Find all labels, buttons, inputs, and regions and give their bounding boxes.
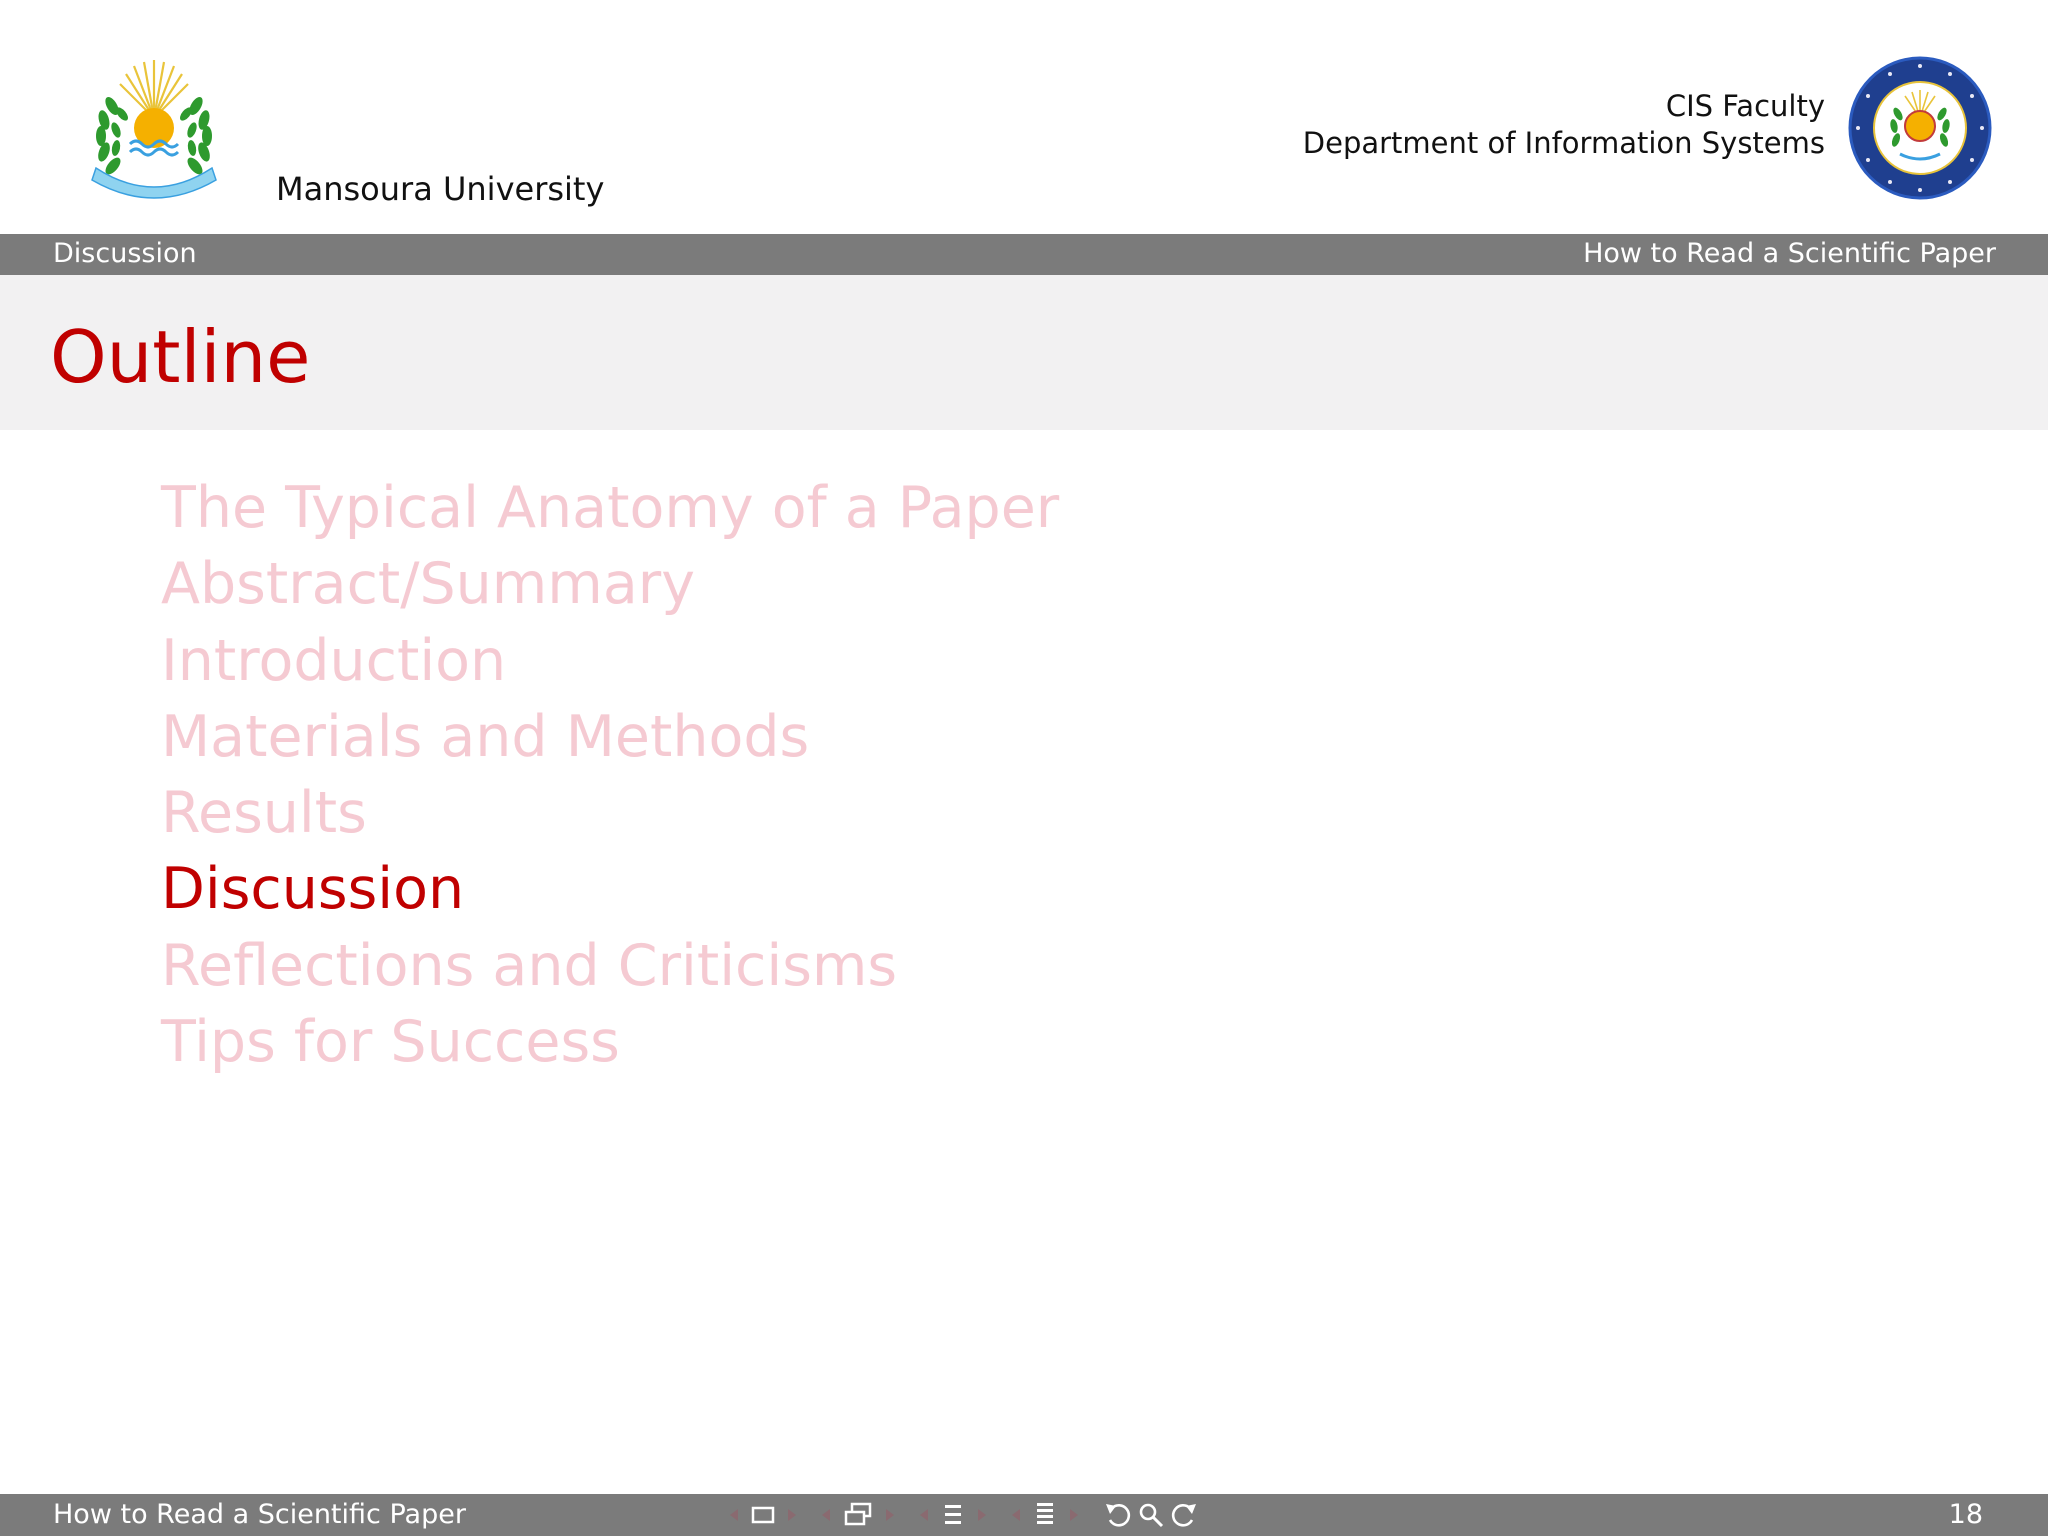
faculty-info: CIS Faculty Department of Information Sy… <box>1303 88 1825 162</box>
next-frame-icon[interactable] <box>786 1498 798 1532</box>
university-name: Mansoura University <box>276 170 605 208</box>
frame-title: Outline <box>50 315 311 399</box>
current-section-link[interactable]: Discussion <box>53 238 197 269</box>
beamer-navigation-symbols <box>728 1498 1200 1532</box>
outline-item[interactable]: Introduction <box>161 623 1059 699</box>
faculty-name: CIS Faculty <box>1665 89 1825 123</box>
department-name: Department of Information Systems <box>1302 126 1825 160</box>
next-section-icon[interactable] <box>976 1498 988 1532</box>
document-nav-icon[interactable] <box>1032 1498 1058 1532</box>
next-document-icon[interactable] <box>1068 1498 1080 1532</box>
outline-item[interactable]: The Typical Anatomy of a Paper <box>161 470 1059 546</box>
presentation-title-link[interactable]: How to Read a Scientific Paper <box>1583 238 1996 269</box>
page-number: 18 <box>1948 1499 1983 1530</box>
section-nav-icon[interactable] <box>940 1498 966 1532</box>
frame-title-band: Outline <box>0 275 2048 430</box>
previous-subsection-icon[interactable] <box>820 1498 832 1532</box>
previous-frame-icon[interactable] <box>728 1498 740 1532</box>
slide-footer: How to Read a Scientific Paper 18 <box>0 1494 2048 1536</box>
previous-section-icon[interactable] <box>918 1498 930 1532</box>
outline-list: The Typical Anatomy of a Paper Abstract/… <box>161 470 1059 1080</box>
outline-item-current[interactable]: Discussion <box>161 851 1059 927</box>
previous-document-icon[interactable] <box>1010 1498 1022 1532</box>
footer-presentation-title: How to Read a Scientific Paper <box>53 1499 466 1530</box>
forward-icon[interactable] <box>1166 1498 1200 1532</box>
next-subsection-icon[interactable] <box>884 1498 896 1532</box>
outline-item[interactable]: Results <box>161 775 1059 851</box>
subsection-nav-icon[interactable] <box>842 1498 874 1532</box>
outline-item[interactable]: Reflections and Criticisms <box>161 928 1059 1004</box>
outline-item[interactable]: Abstract/Summary <box>161 546 1059 622</box>
slide-header: Mansoura University CIS Faculty Departme… <box>0 0 2048 234</box>
outline-item[interactable]: Materials and Methods <box>161 699 1059 775</box>
cis-faculty-seal-icon <box>1848 56 1992 200</box>
outline-item[interactable]: Tips for Success <box>161 1004 1059 1080</box>
frame-nav-icon[interactable] <box>750 1498 776 1532</box>
search-icon[interactable] <box>1136 1498 1166 1532</box>
section-navigation-bar: Discussion How to Read a Scientific Pape… <box>0 234 2048 275</box>
mansoura-university-crest-icon <box>91 60 217 199</box>
back-icon[interactable] <box>1102 1498 1136 1532</box>
